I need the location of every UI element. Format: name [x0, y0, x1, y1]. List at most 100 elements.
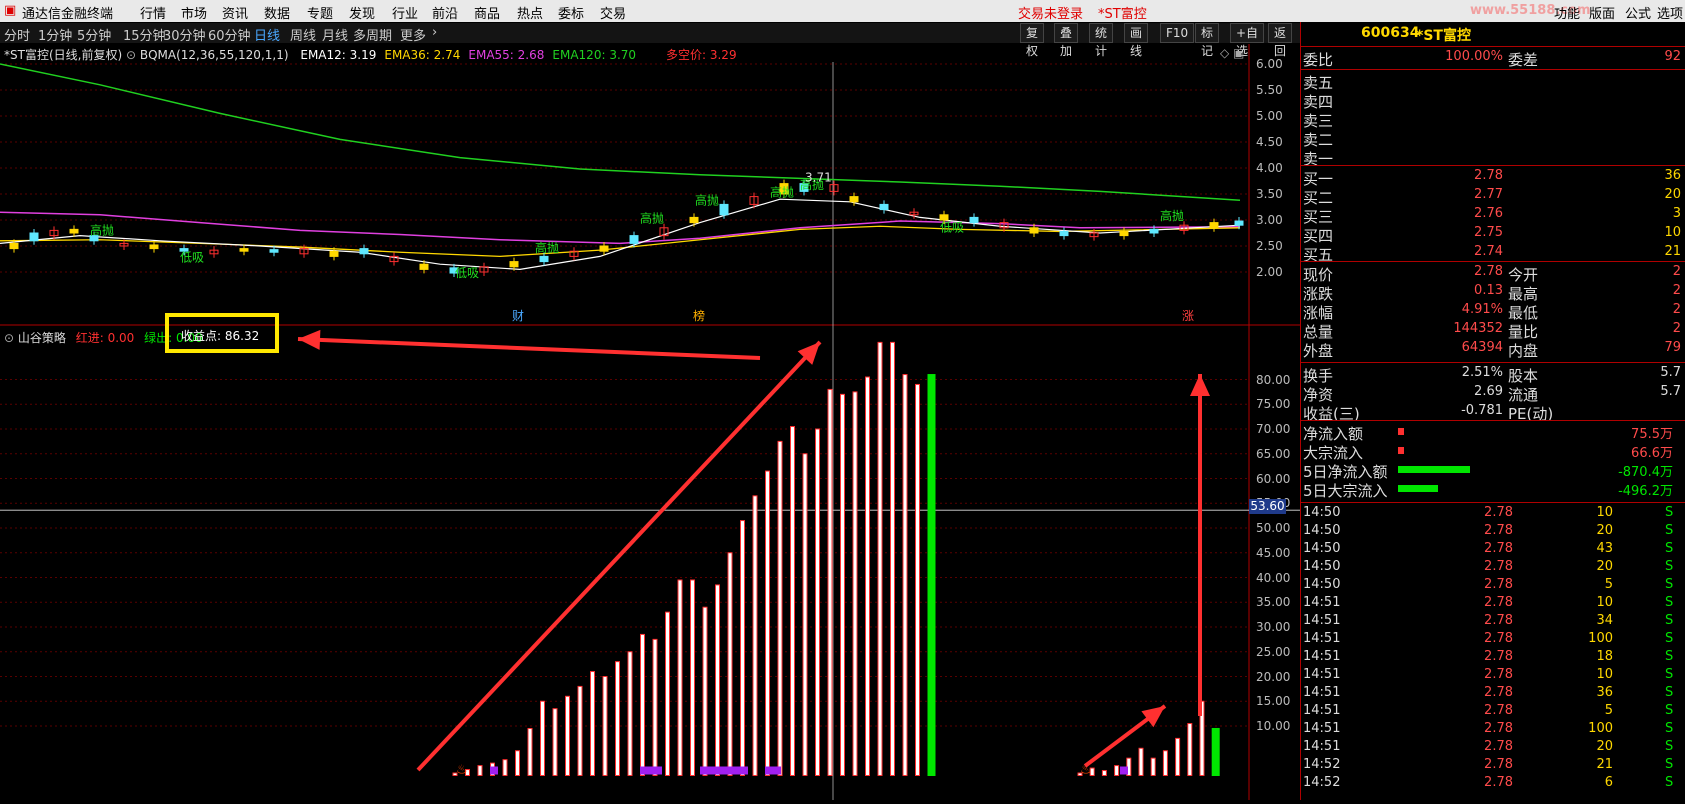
menu-item[interactable]: 市场	[181, 3, 207, 22]
menu-item[interactable]: 数据	[264, 3, 290, 22]
tick-price: 2.78	[1484, 505, 1513, 520]
tick-time: 14:50	[1303, 541, 1341, 556]
toolbar-button[interactable]: 统计	[1089, 23, 1114, 58]
toolbar-button[interactable]: F10	[1160, 23, 1195, 43]
tick-price: 2.78	[1484, 757, 1513, 772]
toolbar-button[interactable]: 返回	[1268, 23, 1293, 58]
toolbar-button[interactable]: 复权	[1020, 23, 1045, 58]
period-tab[interactable]: 60分钟	[208, 25, 251, 44]
period-tab[interactable]: 日线	[254, 25, 280, 44]
tick-price: 2.78	[1484, 721, 1513, 736]
tick-side: S	[1665, 775, 1674, 790]
flow-label: 5日净流入额	[1303, 463, 1388, 481]
tick-row: 14:50 2.78 20 S	[1303, 523, 1683, 542]
menu-right-item[interactable]: 功能	[1554, 3, 1580, 22]
menu-item[interactable]: 专题	[307, 3, 333, 22]
tick-time: 14:51	[1303, 739, 1341, 754]
signal-annotation: 高抛	[640, 211, 664, 226]
tick-volume: 6	[1604, 775, 1613, 790]
tick-side: S	[1665, 505, 1674, 520]
more-arrow-icon[interactable]: ›	[432, 25, 437, 40]
login-status[interactable]: 交易未登录	[1018, 3, 1083, 22]
menu-right-item[interactable]: 版面	[1589, 3, 1615, 22]
buy-price: 2.74	[1474, 244, 1503, 259]
toolbar-button[interactable]: +自选	[1230, 23, 1265, 58]
stat-value: 2	[1672, 302, 1681, 317]
period-tab[interactable]: 1分钟	[38, 25, 72, 44]
period-tab[interactable]: 15分钟	[123, 25, 166, 44]
menu-item[interactable]: 前沿	[432, 3, 458, 22]
indicator-bar	[590, 671, 595, 776]
tick-time: 14:51	[1303, 613, 1341, 628]
menu-item[interactable]: 委标	[558, 3, 584, 22]
stat-label: 涨幅	[1303, 304, 1334, 322]
candle	[1029, 227, 1039, 234]
period-tab[interactable]: 5分钟	[77, 25, 111, 44]
stock-code: 600634	[1361, 25, 1420, 41]
collapse-icon[interactable]: ⊙	[126, 48, 136, 62]
tick-volume: 43	[1596, 541, 1613, 556]
tick-time: 14:51	[1303, 631, 1341, 646]
menu-item[interactable]: 热点	[517, 3, 543, 22]
stock-tag: *ST富控	[1098, 7, 1147, 22]
tick-price: 2.78	[1484, 541, 1513, 556]
stat-value: 2.78	[1474, 264, 1503, 279]
period-tab[interactable]: 月线	[322, 25, 348, 44]
indicator-chart[interactable]: ♨ ♨ ⊙ 山谷策略 红进: 0.00 绿出: 0.00 收益点: 86.32 8…	[0, 313, 1300, 800]
weicha-label: 委差	[1508, 51, 1539, 69]
red-in-label: 红进: 0.00	[75, 331, 135, 345]
weicha-value: 92	[1664, 49, 1681, 64]
fire-icon: ♨	[456, 763, 468, 778]
tick-time: 14:50	[1303, 505, 1341, 520]
toolbar-button[interactable]: 画线	[1124, 23, 1149, 58]
candle	[1149, 228, 1159, 234]
tick-row: 14:51 2.78 100 S	[1303, 721, 1683, 740]
indicator-bar	[740, 520, 745, 776]
tick-volume: 20	[1596, 739, 1613, 754]
tick-row: 14:50 2.78 5 S	[1303, 577, 1683, 596]
menu-item[interactable]: 发现	[349, 3, 375, 22]
tick-side: S	[1665, 649, 1674, 664]
stat-row: 涨幅 4.91% 最低 2	[1303, 302, 1683, 322]
tick-price: 2.78	[1484, 595, 1513, 610]
signal-annotation: 低吸	[180, 251, 204, 265]
menu-item[interactable]: 交易	[600, 3, 626, 22]
chart-option-icons[interactable]: ◇ ▣	[1220, 46, 1244, 60]
menu-item[interactable]: 行业	[392, 3, 418, 22]
y-tick-label: 4.50	[1256, 135, 1283, 149]
menu-right-item[interactable]: 选项	[1657, 3, 1683, 22]
indicator-bar	[552, 708, 558, 776]
period-tab[interactable]: 更多	[400, 25, 426, 44]
indicator-bar	[527, 727, 533, 777]
tick-side: S	[1665, 667, 1674, 682]
tick-volume: 34	[1596, 613, 1613, 628]
period-tab[interactable]: 多周期	[353, 25, 392, 44]
event-marker: 涨	[1182, 308, 1194, 323]
toolbar-button[interactable]: 标记	[1195, 23, 1220, 58]
menu-right-item[interactable]: 公式	[1625, 3, 1651, 22]
indicator-collapse-icon[interactable]: ⊙	[4, 331, 14, 345]
menu-item[interactable]: 资讯	[222, 3, 248, 22]
menu-item[interactable]: 行情	[140, 3, 166, 22]
menu-item[interactable]: 商品	[474, 3, 500, 22]
stat-label: 最高	[1508, 285, 1539, 303]
buy-row: 买一 2.78 36	[1303, 168, 1683, 188]
main-chart[interactable]: 高抛 高抛 高抛 高抛 高抛 高抛 高抛 低吸 低吸 低吸 3.71 财榜涨 *ST富控(日线,前复权…	[0, 44, 1300, 326]
tick-side: S	[1665, 631, 1674, 646]
period-tab[interactable]: 周线	[290, 25, 316, 44]
y-tick-label: 5.50	[1256, 83, 1283, 97]
flow-bar	[1398, 466, 1470, 473]
period-tab[interactable]: 30分钟	[163, 25, 206, 44]
toolbar-button[interactable]: 叠加	[1054, 23, 1079, 58]
tick-time: 14:50	[1303, 523, 1341, 538]
period-tab[interactable]: 分时	[4, 25, 30, 44]
stat-row: 现价 2.78 今开 2	[1303, 264, 1683, 284]
buy-price: 2.76	[1474, 206, 1503, 221]
flow-row: 5日大宗流入 -496.2万	[1303, 480, 1683, 500]
sell-row: 卖二	[1303, 129, 1683, 149]
indicator-bar	[840, 393, 845, 776]
indicator-bar	[1101, 770, 1107, 776]
stat-value: 5.7	[1660, 365, 1681, 380]
candle	[29, 232, 39, 242]
tick-side: S	[1665, 541, 1674, 556]
